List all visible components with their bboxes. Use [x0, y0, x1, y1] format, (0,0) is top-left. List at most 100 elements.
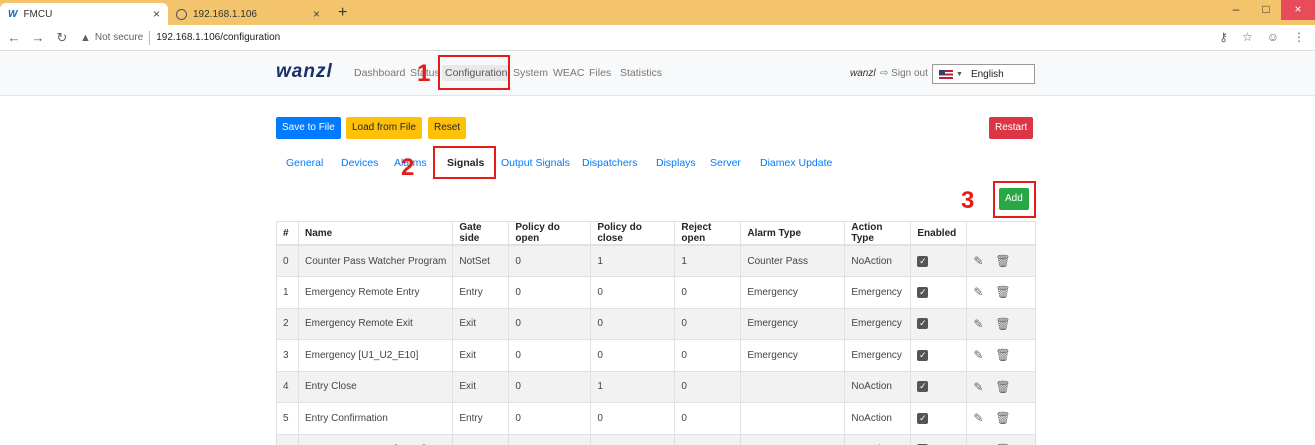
tab-diamex-update[interactable]: Diamex Update: [760, 157, 832, 169]
alarm-type: [740, 402, 846, 435]
enabled-checkbox[interactable]: ✓: [917, 381, 929, 393]
menu-kebab-icon[interactable]: ⋮: [1293, 30, 1305, 44]
profile-avatar-icon[interactable]: ☺: [1267, 30, 1279, 44]
wanzl-logo[interactable]: wanzl: [276, 61, 333, 83]
alarm-type: [740, 370, 846, 403]
alarm-type: Emergency: [740, 339, 846, 372]
new-tab-button[interactable]: +: [338, 4, 347, 22]
enabled-checkbox[interactable]: ✓: [917, 286, 929, 298]
trash-icon[interactable]: 🗑: [995, 411, 1010, 425]
key-icon[interactable]: ⚷: [1219, 30, 1228, 44]
nav-weac[interactable]: WEAC: [553, 67, 585, 79]
load-from-file-button[interactable]: Load from File: [346, 117, 422, 139]
action-type: Emergency: [844, 339, 912, 372]
reject-open: 0: [674, 276, 742, 309]
tab-output-signals[interactable]: Output Signals: [501, 157, 570, 169]
callout-number-2: 2: [401, 154, 415, 181]
column-header: Action Type: [844, 221, 912, 246]
signal-name: Emergency Remote Entry: [297, 276, 454, 309]
row-actions: ✎🗑: [966, 276, 1036, 309]
tab-devices[interactable]: Devices: [341, 157, 378, 169]
close-tab-icon[interactable]: ×: [313, 7, 320, 21]
browser-tab-fmcu[interactable]: W FMCU ×: [0, 3, 168, 25]
enabled-cell: ✓: [910, 307, 968, 340]
alarm-type: [740, 433, 846, 445]
alarm-type: Emergency: [740, 276, 846, 309]
signal-name: Emergency Remote Exit: [297, 307, 454, 340]
gate-side: Exit: [452, 339, 510, 372]
forward-arrow-icon[interactable]: →: [28, 30, 48, 45]
policy-do-open: 0: [508, 244, 592, 277]
address-divider: [149, 30, 151, 45]
trash-icon[interactable]: 🗑: [995, 317, 1010, 331]
signals-table: # Name Gate side Policy do open Policy d…: [276, 221, 1036, 445]
policy-do-open: 0: [508, 339, 592, 372]
url-field[interactable]: 192.168.1.106/configuration: [156, 32, 280, 43]
reject-open: 0: [674, 370, 742, 403]
trash-icon[interactable]: 🗑: [995, 380, 1010, 394]
edit-icon[interactable]: ✎: [973, 285, 983, 299]
star-icon[interactable]: ☆: [1242, 30, 1253, 44]
edit-icon[interactable]: ✎: [973, 317, 983, 331]
nav-system[interactable]: System: [513, 67, 548, 79]
close-tab-icon[interactable]: ×: [153, 7, 160, 21]
gate-side: Exit: [452, 307, 510, 340]
tab-general[interactable]: General: [286, 157, 323, 169]
gate-side: Entry: [452, 276, 510, 309]
trash-icon[interactable]: 🗑: [995, 285, 1010, 299]
nav-statistics[interactable]: Statistics: [620, 67, 662, 79]
table-row: 6Entry Counter Pass [10-14]NotSet000NoAc…: [276, 433, 1036, 445]
language-select[interactable]: ▼ English: [932, 64, 1035, 84]
row-index: 4: [276, 370, 299, 403]
edit-icon[interactable]: ✎: [973, 348, 983, 362]
nav-dashboard[interactable]: Dashboard: [354, 67, 405, 79]
highlight-box-configuration: [438, 55, 510, 90]
restart-button[interactable]: Restart: [989, 117, 1034, 139]
nav-files[interactable]: Files: [589, 67, 611, 79]
callout-number-1: 1: [417, 60, 431, 87]
security-indicator[interactable]: ▲ Not secure: [80, 32, 143, 44]
table-header-row: # Name Gate side Policy do open Policy d…: [276, 221, 1036, 246]
trash-icon[interactable]: 🗑: [995, 254, 1010, 268]
policy-do-open: 0: [508, 307, 592, 340]
row-index: 5: [276, 402, 299, 435]
row-actions: ✎🗑: [966, 339, 1036, 372]
policy-do-close: 0: [590, 307, 676, 340]
browser-tab-ip[interactable]: 192.168.1.106 ×: [168, 3, 328, 25]
reload-icon[interactable]: ↻: [52, 30, 72, 46]
row-actions: ✎🗑: [966, 402, 1036, 435]
edit-icon[interactable]: ✎: [973, 380, 983, 394]
tab-server[interactable]: Server: [710, 157, 741, 169]
tab-displays[interactable]: Displays: [656, 157, 696, 169]
table-row: 4 Entry Close Exit 0 1 0 NoAction ✓ ✎ 🗑: [276, 370, 1036, 403]
maximize-icon[interactable]: □: [1251, 0, 1281, 20]
column-header: Policy do close: [590, 221, 676, 246]
trash-icon[interactable]: 🗑: [995, 348, 1010, 362]
save-to-file-button[interactable]: Save to File: [276, 117, 341, 139]
minimize-icon[interactable]: –: [1221, 0, 1251, 20]
browser-tab-bar: W FMCU × 192.168.1.106 × + – □ ×: [0, 0, 1315, 25]
reset-button[interactable]: Reset: [428, 117, 467, 139]
signal-name: Emergency [U1_U2_E10]: [297, 339, 454, 372]
enabled-checkbox[interactable]: ✓: [917, 349, 929, 361]
sign-out-link[interactable]: ⇨ Sign out: [880, 68, 928, 79]
window-close-icon[interactable]: ×: [1281, 0, 1315, 20]
enabled-checkbox[interactable]: ✓: [917, 255, 929, 267]
enabled-checkbox[interactable]: ✓: [917, 412, 929, 424]
column-header: Gate side: [452, 221, 510, 246]
back-arrow-icon[interactable]: ←: [4, 30, 24, 45]
signal-name: Entry Confirmation: [297, 402, 454, 435]
us-flag-icon: [939, 69, 953, 79]
window-controls: – □ ×: [1221, 0, 1315, 20]
row-index: 3: [276, 339, 299, 372]
tab-dispatchers[interactable]: Dispatchers: [582, 157, 637, 169]
edit-icon[interactable]: ✎: [973, 411, 983, 425]
table-row: 5 Entry Confirmation Entry 0 0 0 NoAction ✓ ✎ 🗑: [276, 402, 1036, 435]
enabled-checkbox[interactable]: ✓: [917, 318, 929, 330]
globe-icon: [176, 8, 187, 20]
row-index: 0: [276, 244, 299, 277]
table-row: 3 Emergency [U1_U2_E10] Exit 0 0 0 Emergency Em…: [276, 339, 1036, 372]
edit-icon[interactable]: ✎: [973, 254, 983, 268]
policy-do-open: 0: [508, 276, 592, 309]
gate-side: NotSet: [452, 244, 510, 277]
